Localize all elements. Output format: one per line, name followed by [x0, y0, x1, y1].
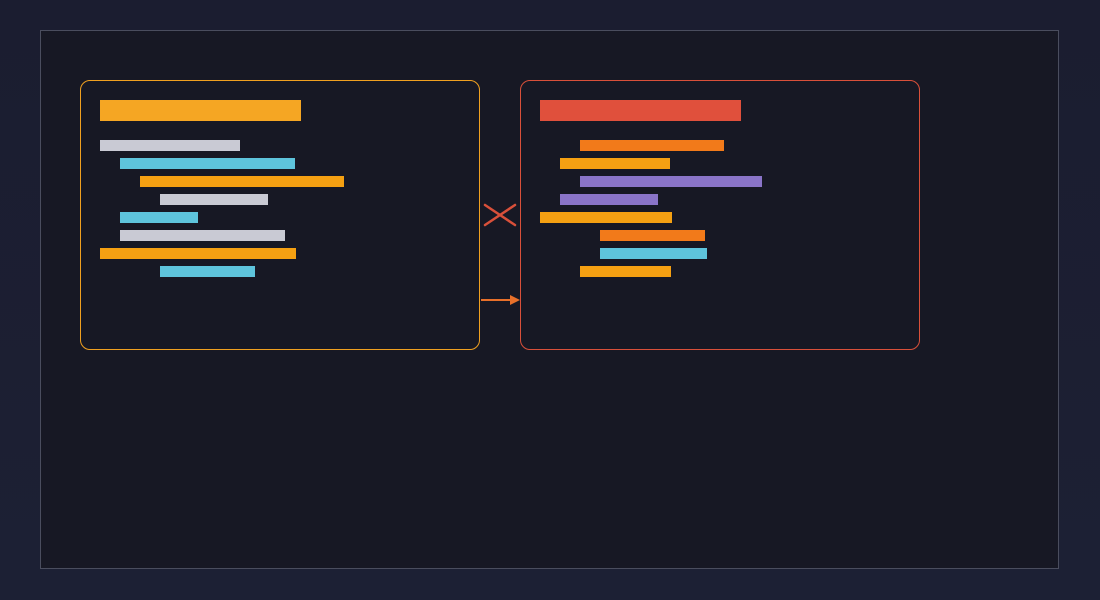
code-line [100, 140, 240, 151]
code-line [120, 212, 198, 223]
code-line [540, 212, 672, 223]
code-line [580, 176, 762, 187]
code-line [120, 230, 285, 241]
code-line [580, 140, 724, 151]
code-line [120, 158, 295, 169]
right-code-panel [520, 80, 920, 350]
code-line [600, 248, 707, 259]
code-line [100, 248, 296, 259]
code-line [560, 158, 670, 169]
left-panel-title-bar [100, 100, 301, 121]
right-panel-title-bar [540, 100, 741, 121]
code-line [560, 194, 658, 205]
code-line [580, 266, 671, 277]
code-line [600, 230, 705, 241]
code-line [160, 266, 255, 277]
left-code-panel [80, 80, 480, 350]
code-line [140, 176, 344, 187]
code-line [160, 194, 268, 205]
